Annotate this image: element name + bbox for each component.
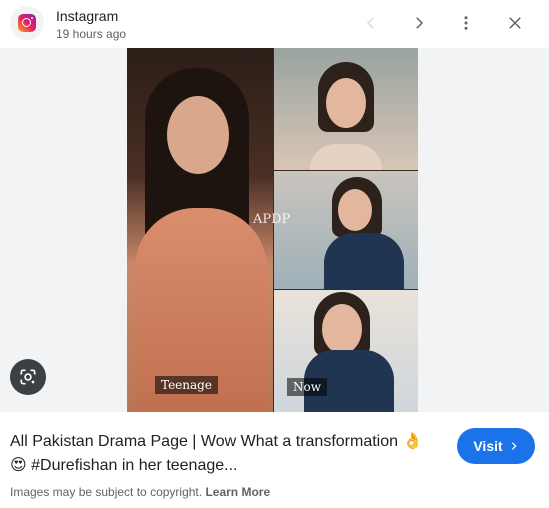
now-caption: Now xyxy=(287,378,327,396)
next-button[interactable] xyxy=(404,8,434,38)
close-icon xyxy=(509,17,521,29)
chevron-right-icon xyxy=(511,442,517,450)
clothing-shape xyxy=(310,144,382,170)
teenage-photo-panel xyxy=(127,48,273,412)
close-button[interactable] xyxy=(500,8,530,38)
result-title-link[interactable]: All Pakistan Drama Page | Wow What a tra… xyxy=(10,430,430,478)
preview-image[interactable]: APDP Teenage Now xyxy=(127,48,418,412)
clothing-shape xyxy=(324,233,404,289)
instagram-icon[interactable] xyxy=(10,6,44,40)
viewer-header: Instagram 19 hours ago xyxy=(0,0,549,48)
face-shape xyxy=(322,304,362,354)
instagram-glyph xyxy=(18,14,36,32)
image-watermark: APDP xyxy=(253,212,291,227)
chevron-right-icon xyxy=(416,17,424,29)
previous-button[interactable] xyxy=(356,8,386,38)
visit-button[interactable]: Visit xyxy=(457,428,535,464)
face-shape xyxy=(338,189,372,231)
google-lens-button[interactable] xyxy=(10,359,46,395)
learn-more-link[interactable]: Learn More xyxy=(205,485,270,499)
more-vert-icon xyxy=(464,16,468,30)
chevron-left-icon xyxy=(366,17,374,29)
copyright-text: Images may be subject to copyright. xyxy=(10,485,203,499)
source-timestamp: 19 hours ago xyxy=(56,27,127,41)
google-lens-icon xyxy=(20,369,36,385)
more-options-button[interactable] xyxy=(451,8,481,38)
teenage-caption: Teenage xyxy=(155,376,218,394)
now-photo-panel-top xyxy=(274,48,418,170)
source-name[interactable]: Instagram xyxy=(56,8,118,24)
now-photo-panel-middle xyxy=(274,171,418,289)
copyright-notice: Images may be subject to copyright. Lear… xyxy=(10,485,270,499)
image-preview-area: APDP Teenage Now xyxy=(0,48,549,412)
face-shape xyxy=(326,78,366,128)
visit-button-label: Visit xyxy=(473,438,503,454)
face-shape xyxy=(167,96,229,174)
